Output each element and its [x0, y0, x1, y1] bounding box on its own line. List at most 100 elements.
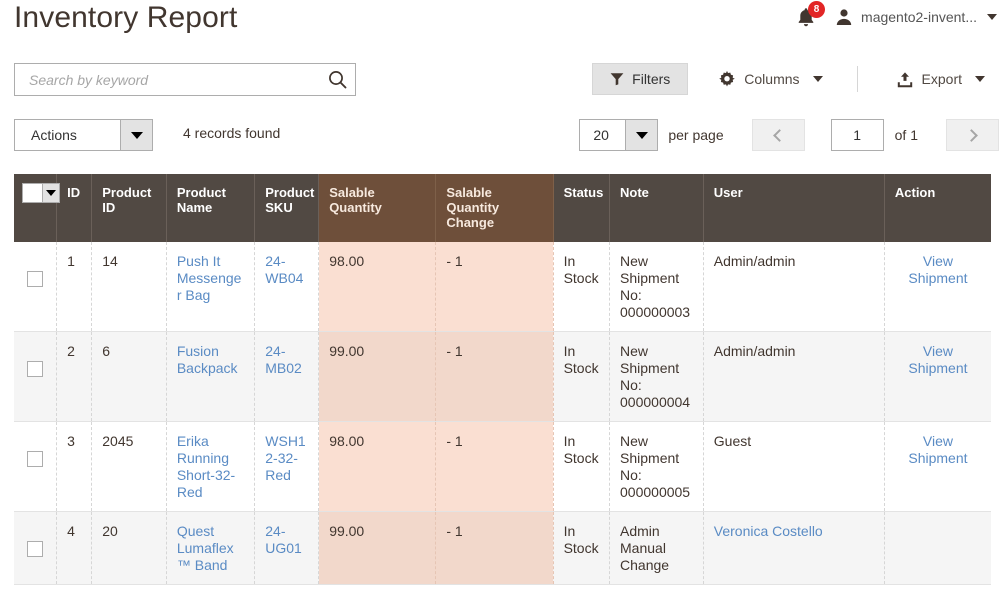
cell-product-sku: 24-UG01	[254, 511, 320, 585]
cell-user: Veronica Costello	[703, 511, 885, 585]
grid-controls: Actions 4 records found 20 per page of 1	[0, 119, 1005, 161]
row-checkbox[interactable]	[27, 451, 44, 467]
product-name-link[interactable]: Erika Running Short-32-Red	[177, 433, 235, 500]
product-sku-link[interactable]: 24-UG01	[265, 523, 302, 556]
row-checkbox[interactable]	[27, 271, 44, 287]
chevron-down-icon	[635, 131, 648, 139]
table-row: 1 14 Push It Messenger Bag 24-WB04 98.00- 1I…	[14, 242, 991, 332]
export-button[interactable]: Export	[882, 63, 999, 95]
user-avatar-icon	[836, 9, 852, 25]
table-row: 3 2045 Erika Running Short-32-Red WSH12-32-…	[14, 421, 991, 512]
column-header-id[interactable]: ID	[56, 174, 93, 242]
column-header-note[interactable]: Note	[609, 174, 704, 242]
column-header-product-name[interactable]: Product Name	[166, 174, 256, 242]
per-page-value: 20	[593, 127, 609, 143]
previous-page-button[interactable]	[751, 119, 805, 151]
cell-user: Admin/admin	[703, 331, 885, 422]
cell-product-sku: 24-MB02	[254, 331, 320, 422]
cell-salable-quantity: 98.00	[318, 421, 437, 512]
column-header-status[interactable]: Status	[553, 174, 611, 242]
actions-label: Actions	[31, 127, 77, 143]
row-checkbox[interactable]	[27, 541, 44, 557]
product-sku-link[interactable]: WSH12-32-Red	[265, 433, 305, 483]
view-shipment-link[interactable]: View Shipment	[895, 253, 981, 287]
cell-id: 3	[56, 421, 93, 512]
page-number-input[interactable]	[830, 119, 884, 151]
product-name-link[interactable]: Fusion Backpack	[177, 343, 238, 376]
per-page-label: per page	[668, 127, 724, 143]
cell-salable-quantity: 98.00	[318, 242, 437, 332]
actions-dropdown-arrow[interactable]	[120, 120, 152, 150]
funnel-icon	[610, 73, 624, 86]
column-header-action[interactable]: Action	[884, 174, 991, 242]
cell-note: New Shipment No: 000000005	[609, 421, 704, 512]
cell-user: Admin/admin	[703, 242, 885, 332]
user-link[interactable]: Veronica Costello	[714, 523, 823, 539]
cell-product-id: 14	[91, 242, 167, 332]
search-icon	[328, 71, 346, 89]
cell-product-name: Fusion Backpack	[166, 331, 256, 422]
search-button[interactable]	[319, 64, 355, 95]
cell-action: View Shipment	[884, 421, 991, 512]
export-label: Export	[921, 71, 962, 87]
records-found-label: 4 records found	[183, 125, 281, 141]
columns-button[interactable]: Columns	[704, 63, 836, 95]
filters-button[interactable]: Filters	[592, 63, 689, 95]
column-header-salable-quantity[interactable]: Salable Quantity	[318, 174, 437, 242]
per-page-dropdown-arrow[interactable]	[625, 120, 658, 150]
row-checkbox[interactable]	[27, 361, 44, 377]
product-name-link[interactable]: Quest Lumaflex™ Band	[177, 523, 234, 573]
cell-user: Guest	[703, 421, 885, 512]
chevron-left-icon	[773, 128, 787, 142]
view-shipment-link[interactable]: View Shipment	[895, 343, 981, 377]
user-menu[interactable]: magento2-invent...	[835, 8, 997, 26]
grid-toolbar: Filters Columns Export	[0, 63, 1005, 109]
table-head: ID Product ID Product Name Product SKU S…	[14, 174, 991, 242]
cell-action: View Shipment	[884, 242, 991, 332]
actions-dropdown[interactable]: Actions	[14, 119, 153, 151]
product-name-link[interactable]: Push It Messenger Bag	[177, 253, 242, 303]
cell-salable-quantity: 99.00	[318, 511, 437, 585]
cell-salable-quantity-change: - 1	[435, 421, 554, 512]
chevron-down-icon	[46, 190, 56, 196]
column-header-salable-quantity-change[interactable]: Salable Quantity Change	[435, 174, 554, 242]
cell-note: New Shipment No: 000000003	[609, 242, 704, 332]
cell-product-id: 2045	[91, 421, 167, 512]
cell-status: In Stock	[553, 331, 611, 422]
cell-product-id: 20	[91, 511, 167, 585]
page-header: Inventory Report 8 magento2-invent...	[0, 0, 1005, 48]
row-select-cell	[14, 421, 58, 512]
column-header-product-sku[interactable]: Product SKU	[254, 174, 320, 242]
select-all-control[interactable]	[22, 183, 60, 203]
cell-product-name: Erika Running Short-32-Red	[166, 421, 256, 512]
cell-product-name: Quest Lumaflex™ Band	[166, 511, 256, 585]
page-title: Inventory Report	[14, 1, 238, 34]
select-all-checkbox[interactable]	[23, 184, 42, 202]
cell-product-id: 6	[91, 331, 167, 422]
column-header-product-id[interactable]: Product ID	[91, 174, 167, 242]
notifications-button[interactable]: 8	[793, 1, 826, 30]
table-body: 1 14 Push It Messenger Bag 24-WB04 98.00- 1I…	[14, 242, 991, 585]
cell-note: Admin Manual Change	[609, 511, 704, 585]
user-name-label: magento2-invent...	[861, 9, 977, 25]
product-sku-link[interactable]: 24-WB04	[265, 253, 303, 286]
row-select-cell	[14, 511, 58, 585]
total-pages-label: of 1	[894, 127, 918, 143]
product-sku-link[interactable]: 24-MB02	[265, 343, 302, 376]
toolbar-divider	[856, 66, 858, 92]
column-header-user[interactable]: User	[703, 174, 885, 242]
next-page-button[interactable]	[946, 119, 999, 151]
cell-action: View Shipment	[884, 331, 991, 422]
cell-salable-quantity: 99.00	[318, 331, 437, 422]
cell-id: 2	[56, 331, 93, 422]
column-header-select-all[interactable]	[14, 174, 60, 242]
search-input[interactable]	[15, 71, 319, 88]
view-shipment-link[interactable]: View Shipment	[895, 433, 981, 467]
select-all-dropdown-arrow[interactable]	[42, 184, 59, 202]
cell-salable-quantity-change: - 1	[435, 511, 554, 585]
chevron-down-icon	[130, 131, 143, 139]
cell-product-sku: WSH12-32-Red	[254, 421, 320, 512]
cell-product-sku: 24-WB04	[254, 242, 320, 332]
cell-action	[884, 511, 991, 585]
per-page-dropdown[interactable]: 20	[579, 119, 659, 151]
